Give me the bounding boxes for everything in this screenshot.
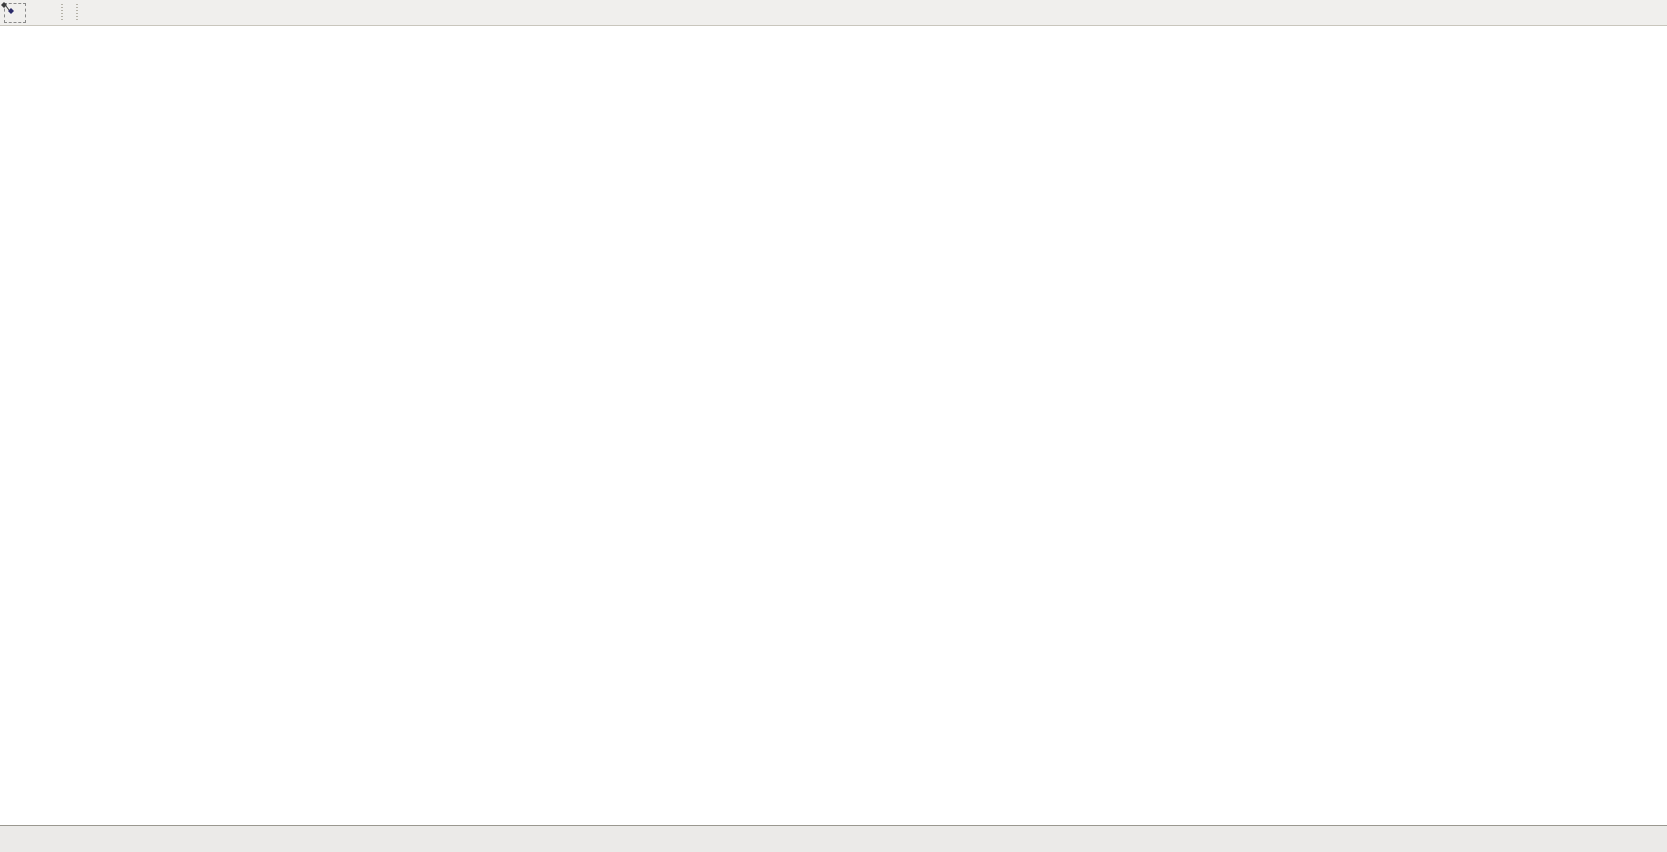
chart-tab-bar bbox=[0, 825, 1667, 852]
arrows-tool-icon bbox=[0, 0, 16, 16]
chart-title bbox=[8, 29, 19, 41]
mt4-window bbox=[0, 0, 1667, 852]
toolbar-grip[interactable] bbox=[75, 4, 80, 22]
arrows-tool-button[interactable] bbox=[28, 3, 50, 23]
toolbar bbox=[0, 0, 1667, 26]
chart-canvas[interactable] bbox=[0, 0, 1667, 825]
toolbar-grip[interactable] bbox=[60, 4, 65, 22]
